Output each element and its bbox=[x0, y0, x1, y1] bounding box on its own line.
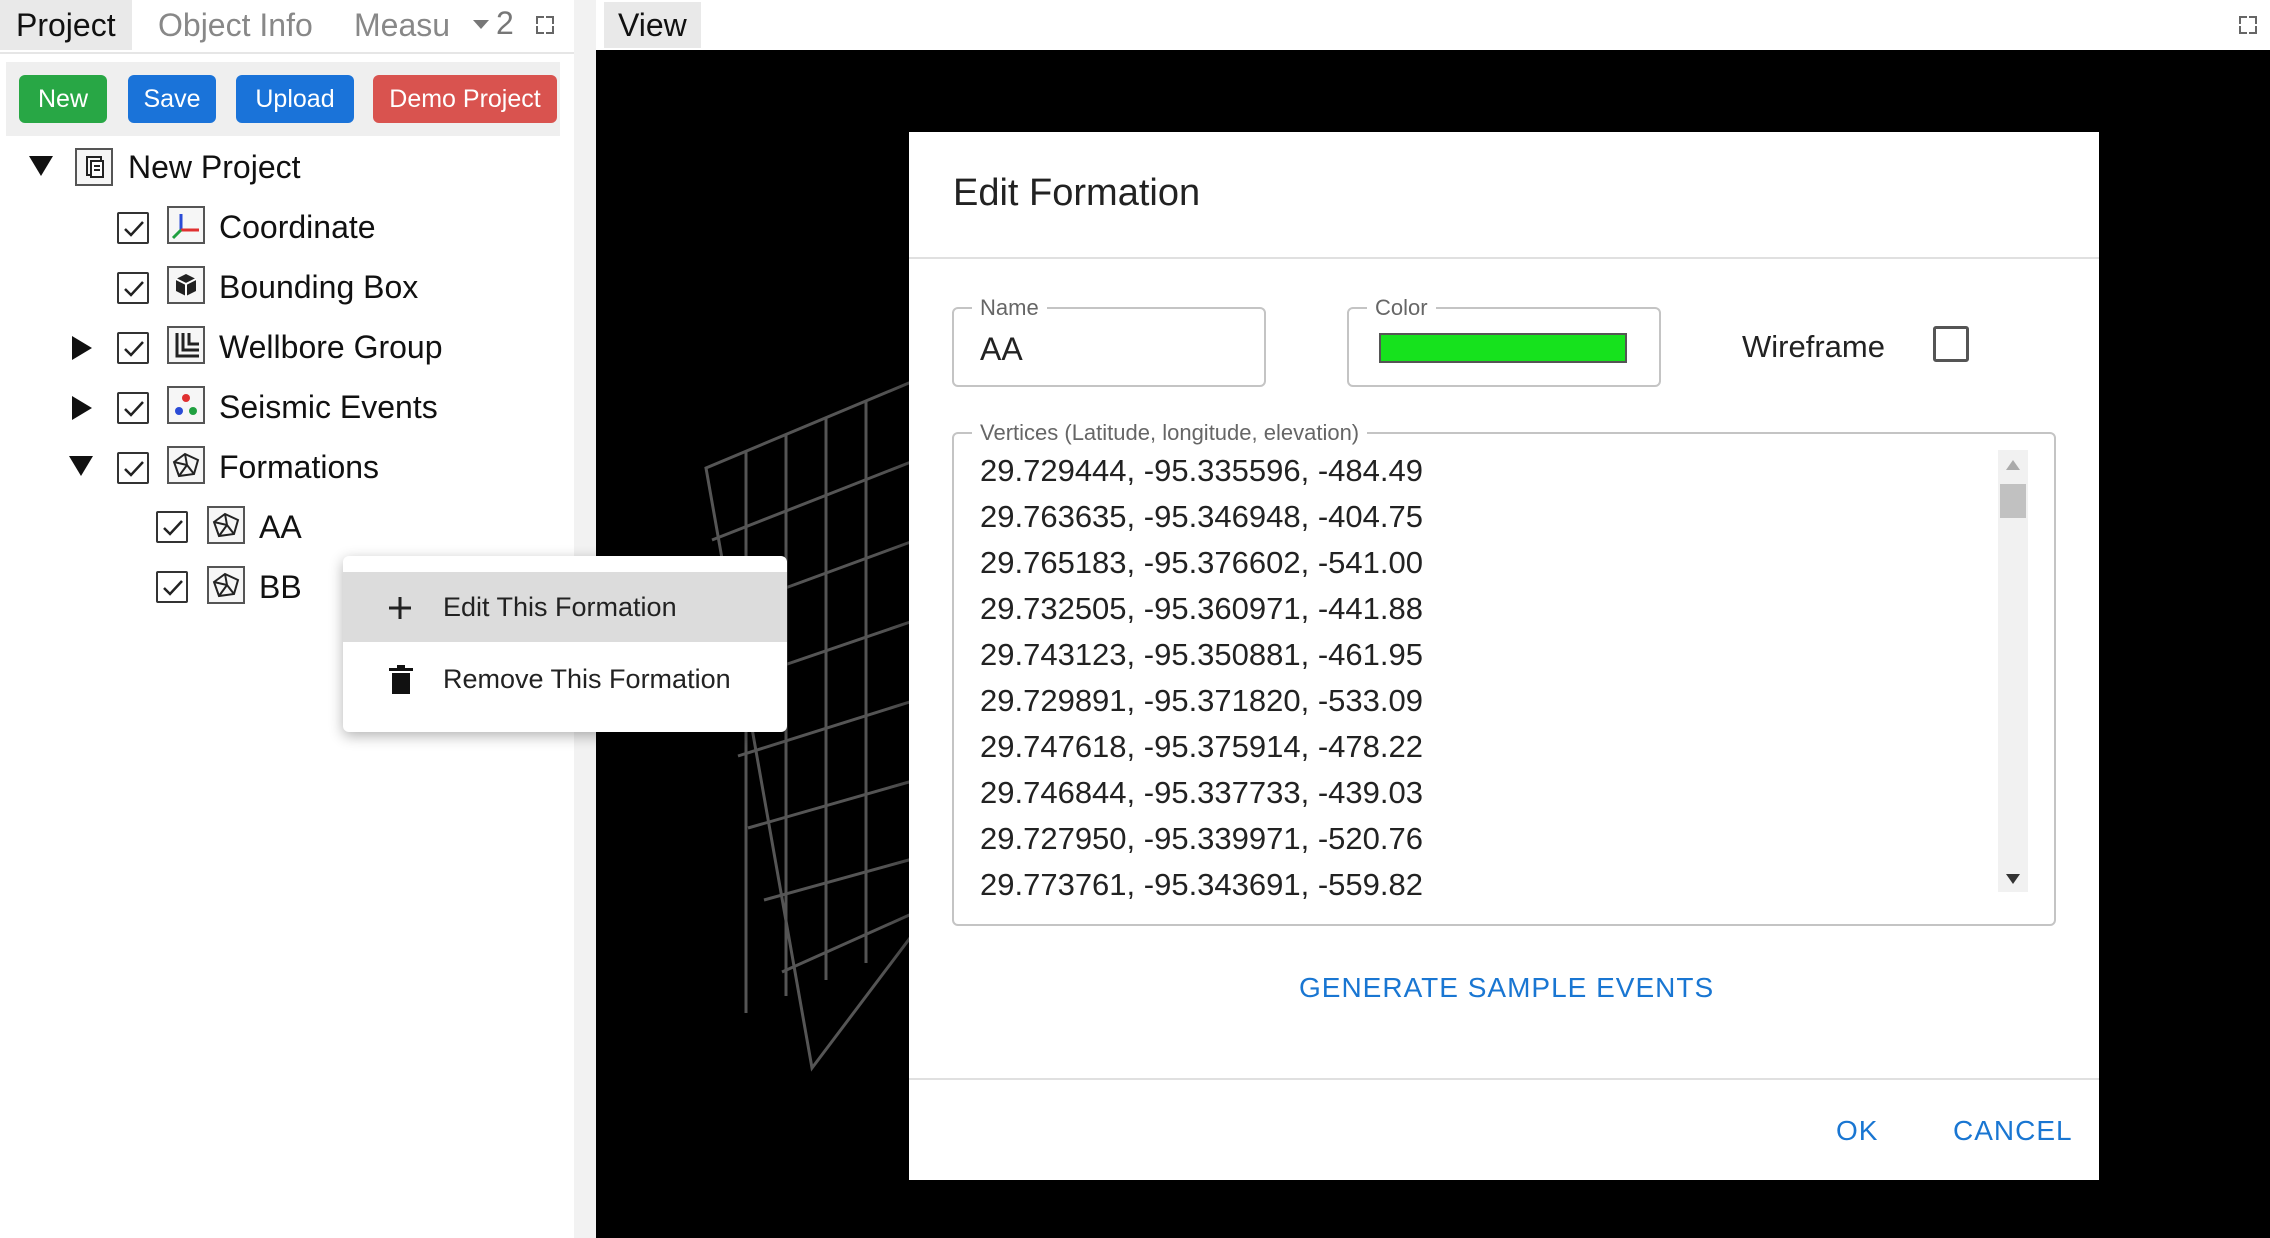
divider bbox=[909, 1078, 2099, 1080]
tab-object-info[interactable]: Object Info bbox=[158, 0, 313, 50]
tree-item-bounding-box[interactable]: Bounding Box bbox=[219, 259, 418, 315]
name-field-label: Name bbox=[972, 295, 1047, 321]
vertices-field-label: Vertices (Latitude, longitude, elevation… bbox=[972, 420, 1368, 446]
menu-item-label: Edit This Formation bbox=[443, 592, 677, 622]
name-field[interactable]: Name AA bbox=[952, 295, 1266, 387]
trash-icon bbox=[389, 665, 413, 694]
color-field[interactable]: Color bbox=[1347, 295, 1661, 387]
plus-icon bbox=[389, 597, 411, 619]
save-button[interactable]: Save bbox=[128, 75, 216, 123]
checkbox-coordinate[interactable] bbox=[117, 212, 149, 244]
menu-item-label: Remove This Formation bbox=[443, 664, 731, 694]
maximize-icon[interactable] bbox=[536, 16, 554, 34]
scroll-up-icon[interactable] bbox=[2006, 460, 2020, 470]
panel-tabstrip: Project Object Info Measu 2 bbox=[0, 0, 574, 54]
project-icon bbox=[75, 148, 113, 186]
vertex-line: 29.763635, -95.346948, -404.75 bbox=[980, 499, 1423, 534]
project-toolbar: New Save Upload Demo Project bbox=[6, 62, 560, 136]
color-field-label: Color bbox=[1367, 295, 1436, 321]
view-tabbar: View bbox=[596, 0, 2270, 50]
vertex-line: 29.727950, -95.339971, -520.76 bbox=[980, 821, 1423, 856]
dialog-title: Edit Formation bbox=[953, 172, 1201, 214]
new-button[interactable]: New bbox=[19, 75, 107, 123]
seismic-icon bbox=[167, 386, 205, 424]
scrollbar-thumb[interactable] bbox=[2000, 484, 2026, 518]
checkbox-formation-bb[interactable] bbox=[156, 571, 188, 603]
tab-overflow-count[interactable]: 2 bbox=[496, 0, 514, 46]
formation-context-menu: Edit This Formation Remove This Formatio… bbox=[343, 556, 787, 732]
tree-item-coordinate[interactable]: Coordinate bbox=[219, 199, 376, 255]
vertices-scrollbar[interactable] bbox=[1998, 450, 2028, 892]
tree-item-wellbore-group[interactable]: Wellbore Group bbox=[219, 319, 443, 375]
checkbox-wellbore-group[interactable] bbox=[117, 332, 149, 364]
wellbore-icon bbox=[167, 326, 205, 364]
tree-item-formation-bb[interactable]: BB bbox=[259, 559, 302, 615]
collapse-toggle-icon[interactable] bbox=[69, 456, 93, 476]
vertex-line: 29.746844, -95.337733, -439.03 bbox=[980, 775, 1423, 810]
menu-item-edit-formation[interactable]: Edit This Formation bbox=[343, 572, 787, 642]
formation-icon bbox=[207, 506, 245, 544]
expand-toggle-icon[interactable] bbox=[72, 396, 92, 420]
vertices-textarea[interactable]: Vertices (Latitude, longitude, elevation… bbox=[952, 420, 2056, 926]
chevron-down-icon[interactable] bbox=[473, 20, 489, 29]
vertex-line: 29.729444, -95.335596, -484.49 bbox=[980, 453, 1423, 488]
vertex-line: 29.765183, -95.376602, -541.00 bbox=[980, 545, 1423, 580]
wireframe-label: Wireframe bbox=[1742, 329, 1885, 364]
formation-icon bbox=[207, 566, 245, 604]
vertex-line: 29.773761, -95.343691, -559.82 bbox=[980, 867, 1423, 902]
menu-item-remove-formation[interactable]: Remove This Formation bbox=[343, 644, 787, 714]
color-swatch[interactable] bbox=[1379, 333, 1627, 363]
tree-item-seismic-events[interactable]: Seismic Events bbox=[219, 379, 438, 435]
cancel-button[interactable]: CANCEL bbox=[1953, 1115, 2073, 1147]
upload-button[interactable]: Upload bbox=[236, 75, 354, 123]
vertex-line: 29.732505, -95.360971, -441.88 bbox=[980, 591, 1423, 626]
divider bbox=[909, 257, 2099, 259]
formation-icon bbox=[167, 446, 205, 484]
generate-sample-events-button[interactable]: GENERATE SAMPLE EVENTS bbox=[1299, 972, 1714, 1004]
coordinate-icon bbox=[167, 206, 205, 244]
tree-root-label[interactable]: New Project bbox=[128, 139, 301, 195]
tree-item-formations[interactable]: Formations bbox=[219, 439, 379, 495]
collapse-toggle-icon[interactable] bbox=[29, 156, 53, 176]
tree-item-formation-aa[interactable]: AA bbox=[259, 499, 302, 555]
checkbox-formations[interactable] bbox=[117, 452, 149, 484]
scroll-down-icon[interactable] bbox=[2006, 874, 2020, 884]
cube-icon bbox=[167, 266, 205, 304]
tab-measure[interactable]: Measu bbox=[354, 0, 450, 50]
tab-project[interactable]: Project bbox=[0, 0, 132, 50]
vertex-line: 29.729891, -95.371820, -533.09 bbox=[980, 683, 1423, 718]
wireframe-checkbox[interactable] bbox=[1933, 326, 1969, 362]
vertex-line: 29.743123, -95.350881, -461.95 bbox=[980, 637, 1423, 672]
tab-view[interactable]: View bbox=[604, 2, 701, 48]
vertex-line: 29.747618, -95.375914, -478.22 bbox=[980, 729, 1423, 764]
expand-toggle-icon[interactable] bbox=[72, 336, 92, 360]
edit-formation-dialog: Edit Formation Name AA Color Wireframe V… bbox=[909, 132, 2099, 1180]
maximize-icon[interactable] bbox=[2239, 16, 2257, 34]
checkbox-seismic-events[interactable] bbox=[117, 392, 149, 424]
ok-button[interactable]: OK bbox=[1836, 1115, 1878, 1147]
checkbox-bounding-box[interactable] bbox=[117, 272, 149, 304]
demo-project-button[interactable]: Demo Project bbox=[373, 75, 557, 123]
name-input[interactable]: AA bbox=[980, 331, 1023, 368]
checkbox-formation-aa[interactable] bbox=[156, 511, 188, 543]
